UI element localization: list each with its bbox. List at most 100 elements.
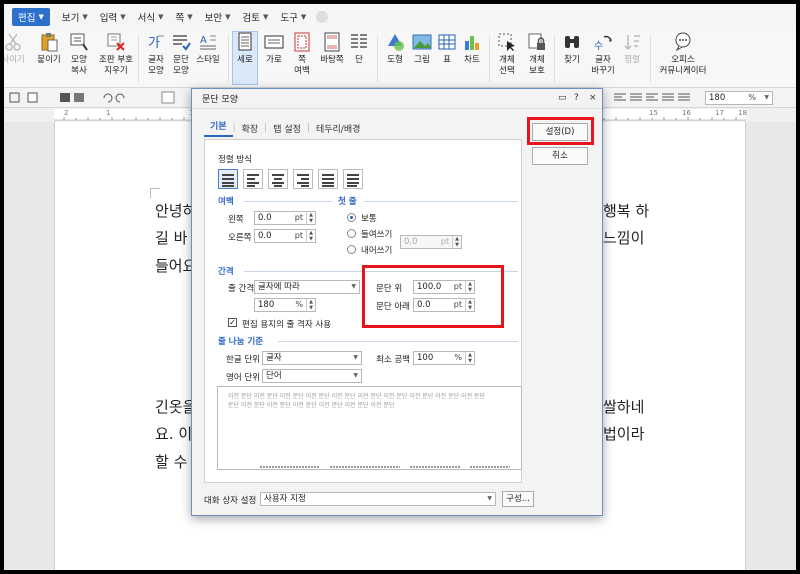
align-line [247, 174, 259, 176]
dialog-title: 문단 모양 [202, 95, 238, 105]
first-line-outdent-radio[interactable] [347, 245, 356, 254]
master-page-button[interactable]: 바탕쪽 [317, 32, 347, 66]
menu-edit[interactable]: 편집 ▼ [12, 8, 50, 26]
replace-button[interactable]: 수 글자 바꾸기 [588, 32, 618, 77]
first-line-group-title: 첫 줄 [338, 197, 357, 207]
dialog-layout-icon[interactable]: ▭ [558, 93, 567, 103]
align-line [322, 182, 334, 184]
line-spacing-value-input[interactable]: 180% ▲ ▼ [254, 298, 316, 312]
align-right-button[interactable] [293, 169, 313, 189]
document-text-fragment: 행복 하 [603, 202, 650, 220]
ribbon-label: 도형 [387, 55, 403, 65]
menu-insert[interactable]: 입력 ▼ [100, 10, 126, 24]
highlight-box-ok [527, 117, 594, 145]
menu-tools[interactable]: 도구 ▼ [280, 10, 306, 24]
margin-group-title: 여백 [218, 197, 234, 207]
spin-arrows-icon[interactable]: ▲ ▼ [465, 352, 474, 364]
format-painter-button[interactable]: 모양 복사 [64, 32, 94, 77]
min-space-input[interactable]: 100% ▲ ▼ [413, 351, 475, 365]
chevron-down-icon: ▼ [263, 13, 269, 21]
align-divide-button[interactable] [343, 169, 363, 189]
align-line [274, 178, 282, 180]
english-unit-select[interactable]: 단어 ▼ [262, 369, 362, 383]
style-button[interactable]: A 스타일 [193, 32, 223, 66]
first-line-normal-radio[interactable] [347, 213, 356, 222]
cut-button[interactable]: 사이기 [4, 32, 28, 66]
spin-arrows-icon[interactable]: ▲ ▼ [306, 299, 315, 311]
align-center-button[interactable] [268, 169, 288, 189]
menu-security[interactable]: 보안 ▼ [205, 10, 231, 24]
right-margin-input[interactable]: 0.0 pt ▲ ▼ [254, 229, 316, 243]
align-line [247, 185, 255, 187]
landscape-button[interactable]: 가로 [259, 32, 289, 66]
align-line [272, 174, 284, 176]
align-justify-button[interactable] [218, 169, 238, 189]
close-button[interactable]: × [589, 93, 597, 103]
config-button[interactable]: 구성... [502, 491, 534, 507]
chevron-down-icon: ▼ [300, 13, 307, 21]
ruler-number: 1 [106, 109, 111, 117]
align-distribute-button[interactable] [318, 169, 338, 189]
dialog-settings-select[interactable]: 사용자 지정 ▼ [260, 492, 496, 506]
first-line-value-input[interactable]: 0.0 pt ▲ ▼ [400, 235, 462, 249]
office-communicator-button[interactable]: 오피스 커뮤니케이터 [656, 32, 710, 77]
first-line-indent-radio[interactable] [347, 229, 356, 238]
align-left-button[interactable] [243, 169, 263, 189]
align-line [274, 185, 282, 187]
help-button[interactable]: ? [574, 93, 579, 103]
korean-unit-value: 글자 [266, 353, 282, 363]
grid-checkbox[interactable]: ✓ [228, 318, 237, 327]
chevron-down-icon: ▼ [187, 13, 193, 21]
object-protect-button[interactable]: 개체 보호 [522, 32, 552, 77]
right-margin-label: 오른쪽 [228, 233, 252, 243]
ruler-number: 15 [649, 109, 658, 117]
menu-format[interactable]: 서식 ▼ [138, 10, 164, 24]
find-button[interactable]: 찾기 [557, 32, 587, 66]
ribbon-label: 바탕쪽 [320, 55, 344, 65]
ribbon-label: 쪽 여백 [294, 55, 310, 76]
menu-label: 도구 [280, 13, 298, 24]
menu-label: 보기 [61, 13, 80, 24]
first-line-normal-label: 보통 [361, 214, 377, 224]
spin-arrows-icon[interactable]: ▲ ▼ [452, 236, 461, 248]
ribbon-label: 개체 선택 [499, 55, 515, 76]
ribbon-label: 붙이기 [37, 55, 61, 65]
min-space-value: 100 [417, 353, 434, 363]
shape-button[interactable]: 도형 [380, 32, 410, 66]
chart-button[interactable]: 차트 [457, 32, 487, 66]
tab-tab-settings[interactable]: 탭 설정 [267, 122, 307, 135]
object-select-button[interactable]: 개체 선택 [492, 32, 522, 77]
align-line [322, 174, 334, 176]
menu-view[interactable]: 보기 ▼ [62, 10, 88, 24]
tab-extended[interactable]: 확장 [236, 122, 265, 135]
clear-markup-button[interactable]: 조판 부호 지우기 [99, 32, 133, 77]
margin-button[interactable]: 쪽 여백 [287, 32, 317, 77]
cancel-button[interactable]: 취소 [532, 147, 588, 165]
chevron-down-icon: ▼ [158, 13, 164, 21]
line-spacing-type-select[interactable]: 글자에 따라 ▼ [254, 280, 360, 294]
align-line [272, 182, 284, 184]
sort-button[interactable]: 정렬 [617, 32, 647, 66]
dialog-title-bar[interactable]: 문단 모양 ▭ ? × [192, 89, 602, 109]
spin-arrows-icon[interactable]: ▲ ▼ [306, 212, 315, 224]
column-button[interactable]: 단 [344, 32, 374, 66]
spin-arrows-icon[interactable]: ▲ ▼ [306, 230, 315, 242]
zoom-unit: % [748, 93, 756, 102]
left-margin-input[interactable]: 0.0 pt ▲ ▼ [254, 211, 316, 225]
master-page-icon [322, 32, 342, 52]
menu-page[interactable]: 쪽 ▼ [176, 10, 193, 24]
menu-review[interactable]: 검토 ▼ [243, 10, 269, 24]
svg-text:A: A [200, 35, 207, 46]
align-line [222, 178, 234, 180]
para-shape-button[interactable]: 문단 모양 [166, 32, 196, 77]
tab-basic[interactable]: 기본 [204, 119, 233, 137]
addon-icon[interactable] [316, 11, 329, 23]
zoom-input[interactable]: 180% ▼ [705, 91, 773, 105]
korean-unit-select[interactable]: 글자 ▼ [262, 351, 362, 365]
clear-markup-icon [106, 32, 126, 52]
portrait-button[interactable]: 세로 [232, 31, 258, 85]
tab-border-background[interactable]: 테두리/배경 [310, 122, 366, 135]
align-line [347, 174, 359, 176]
sort-icon [622, 32, 642, 52]
paste-button[interactable]: 붙이기 [34, 32, 64, 66]
